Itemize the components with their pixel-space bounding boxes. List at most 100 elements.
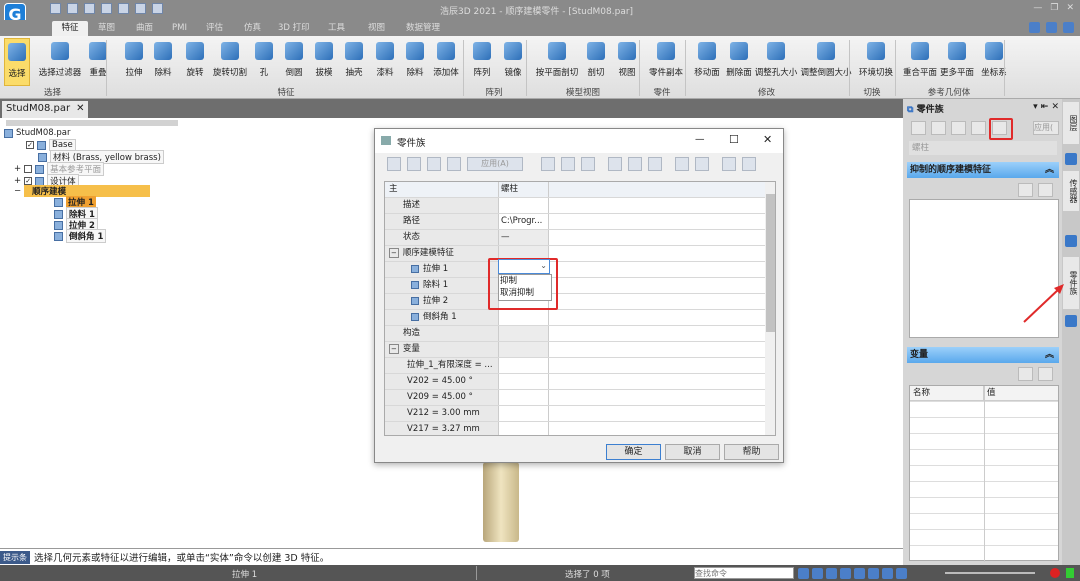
variables-table[interactable]: 名称值 <box>909 385 1059 562</box>
row-value[interactable]: — <box>498 230 548 245</box>
render-icon[interactable] <box>882 568 893 579</box>
export-icon[interactable] <box>742 157 756 171</box>
view-icon[interactable] <box>798 568 809 579</box>
mirror-button[interactable]: 镜像 <box>496 38 530 86</box>
coordinate-system-button[interactable]: 坐标系 <box>976 38 1012 86</box>
select-filter-button[interactable]: 选择过滤器 <box>33 38 87 86</box>
checkbox[interactable] <box>24 165 33 173</box>
row-value[interactable] <box>498 198 548 213</box>
row-value[interactable] <box>498 326 548 341</box>
minimize-icon[interactable]: — <box>1033 3 1042 13</box>
tab-tools[interactable]: 工具 <box>322 21 351 36</box>
member-select[interactable]: 螺柱 <box>909 141 1057 155</box>
restore-icon[interactable]: ❐ <box>1050 3 1058 13</box>
checkbox[interactable]: ✓ <box>24 177 33 185</box>
tool-icon[interactable] <box>541 157 555 171</box>
side-tab-layers[interactable]: 图层 <box>1063 102 1079 144</box>
maximize-icon[interactable]: ☐ <box>729 133 739 146</box>
stud-part-model[interactable] <box>483 462 519 542</box>
shade-icon[interactable] <box>896 568 907 579</box>
print-icon[interactable] <box>648 157 662 171</box>
pan-icon[interactable] <box>854 568 865 579</box>
layout-icon[interactable] <box>1029 22 1040 33</box>
redo-icon[interactable] <box>135 3 146 14</box>
add-body-button[interactable]: 添加体 <box>426 38 466 86</box>
zoom-slider[interactable] <box>945 572 1035 574</box>
panel-controls[interactable]: ▾ ⇤ ✕ <box>1033 102 1059 115</box>
tab-view[interactable]: 视图 <box>362 21 391 36</box>
layout2-icon[interactable] <box>1046 22 1057 33</box>
close-icon[interactable]: ✕ <box>763 133 772 146</box>
tab-simulation[interactable]: 仿真 <box>238 21 267 36</box>
tree-resize-handle[interactable] <box>6 120 178 126</box>
copy-member-icon[interactable] <box>407 157 421 171</box>
draft-button[interactable]: 拔模 <box>308 38 340 86</box>
table-row[interactable]: 构造 <box>385 326 765 342</box>
close-icon[interactable]: ✕ <box>1066 3 1074 13</box>
option-unsuppress[interactable]: 取消抑制 <box>500 287 551 299</box>
table-row[interactable]: 状态 — <box>385 230 765 246</box>
document-tab[interactable]: StudM08.par ✕ <box>2 101 89 118</box>
revolve-cut-button[interactable]: 旋转切割 <box>206 38 254 86</box>
table-row[interactable]: 拉伸_1_有限深度 = ... <box>385 358 765 374</box>
rotate-icon[interactable] <box>868 568 879 579</box>
overlap-button[interactable]: 重叠 <box>82 38 114 86</box>
resize-round-button[interactable]: 调整倒圆大小 <box>796 38 856 86</box>
print-icon[interactable] <box>101 3 112 14</box>
undo-icon[interactable] <box>118 3 129 14</box>
collapse-icon[interactable]: ︽ <box>1045 347 1054 363</box>
cancel-button[interactable]: 取消 <box>665 444 720 460</box>
suppressed-features-header[interactable]: 抑制的顺序建模特征 ︽ <box>907 162 1059 178</box>
hole-button[interactable]: 孔 <box>250 38 278 86</box>
round-button[interactable]: 倒圆 <box>276 38 312 86</box>
paint-button[interactable]: 漆料 <box>368 38 402 86</box>
apply-button[interactable]: 应用(A) <box>467 157 523 171</box>
table-row[interactable]: V202 = 45.00 ° <box>385 374 765 390</box>
section-button[interactable]: 剖切 <box>580 38 612 86</box>
excel-icon[interactable] <box>722 157 736 171</box>
table-row[interactable]: V217 = 3.27 mm <box>385 422 765 435</box>
option-suppress[interactable]: 抑制 <box>500 275 551 287</box>
tab-3d-print[interactable]: 3D 打印 <box>272 21 316 36</box>
table-row[interactable]: 倒斜角 1 <box>385 310 765 326</box>
side-tab-sensors[interactable]: 传感器 <box>1063 171 1079 211</box>
select-icon[interactable] <box>152 3 163 14</box>
tool-icon[interactable] <box>581 157 595 171</box>
environment-button[interactable]: 环境切换 <box>853 38 899 86</box>
edit-member-icon[interactable] <box>427 157 441 171</box>
row-value[interactable] <box>498 342 548 357</box>
checkbox[interactable]: ✓ <box>26 141 34 149</box>
more-planes-button[interactable]: 更多平面 <box>936 38 978 86</box>
expand-icon[interactable]: + <box>14 164 21 174</box>
tool-icon[interactable] <box>561 157 575 171</box>
select-button[interactable]: 选择 <box>4 38 30 86</box>
zoom-icon[interactable] <box>812 568 823 579</box>
tree-item-chamfer-1[interactable]: 倒斜角 1 <box>66 229 107 243</box>
close-tab-icon[interactable]: ✕ <box>76 103 84 116</box>
delete-member-icon[interactable] <box>447 157 461 171</box>
copy-icon[interactable] <box>931 121 946 135</box>
resize-hole-button[interactable]: 调整孔大小 <box>751 38 801 86</box>
tool-icon[interactable] <box>1038 183 1053 197</box>
table-scrollbar[interactable] <box>765 182 775 435</box>
thin-wall-button[interactable]: 抽壳 <box>338 38 370 86</box>
tool-icon[interactable] <box>1018 183 1033 197</box>
pattern-button[interactable]: 阵列 <box>466 38 498 86</box>
record-icon[interactable] <box>1050 568 1060 578</box>
tab-sketch[interactable]: 草图 <box>92 21 121 36</box>
collapse-icon[interactable]: − <box>14 186 21 196</box>
up-icon[interactable] <box>1066 568 1074 578</box>
table-row[interactable]: V209 = 45.00 ° <box>385 390 765 406</box>
open-icon[interactable] <box>67 3 78 14</box>
table-row[interactable]: V212 = 3.00 mm <box>385 406 765 422</box>
zoom-area-icon[interactable] <box>826 568 837 579</box>
layer-icon[interactable] <box>1065 235 1077 247</box>
row-value[interactable] <box>498 406 548 421</box>
row-value[interactable] <box>498 422 548 435</box>
help-button[interactable]: 帮助 <box>724 444 779 460</box>
save-icon[interactable] <box>608 157 622 171</box>
table-row[interactable]: 拉伸 1 <box>385 262 765 278</box>
edit-icon[interactable] <box>951 121 966 135</box>
tab-feature[interactable]: 特征 <box>52 21 88 36</box>
help-icon[interactable] <box>1063 22 1074 33</box>
